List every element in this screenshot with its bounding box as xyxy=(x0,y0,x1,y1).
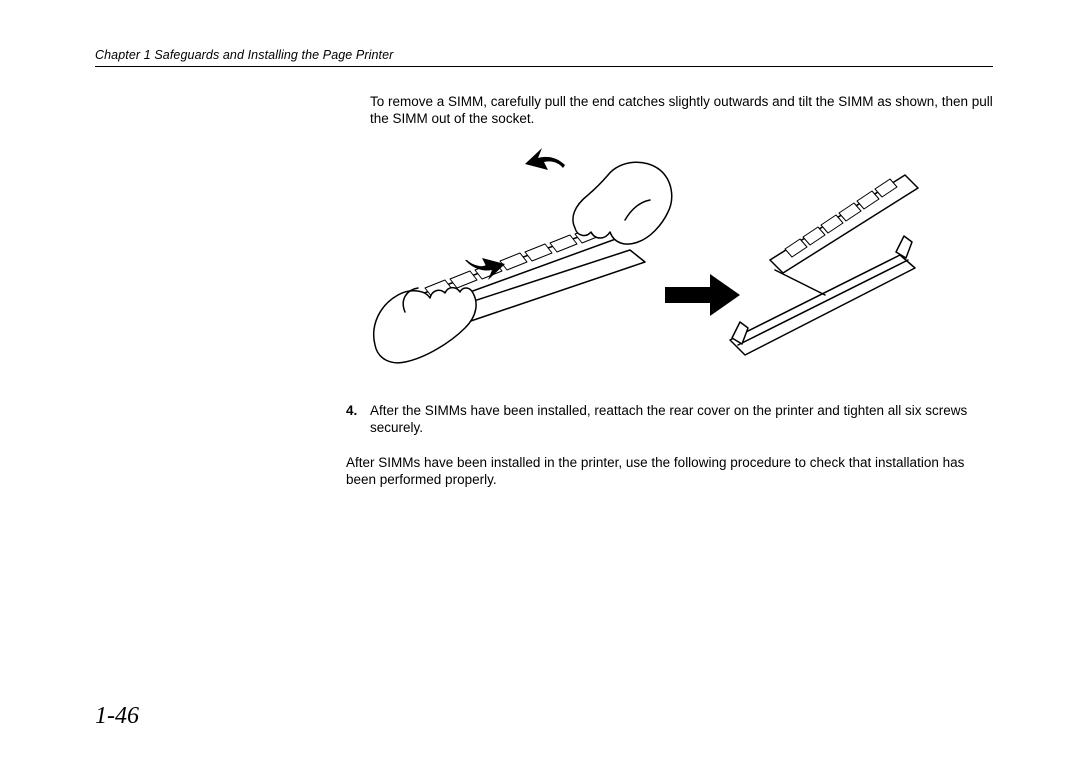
step-4: 4. After the SIMMs have been installed, … xyxy=(346,402,993,437)
chapter-header: Chapter 1 Safeguards and Installing the … xyxy=(95,48,993,62)
step-number: 4. xyxy=(346,402,370,437)
intro-paragraph: To remove a SIMM, carefully pull the end… xyxy=(370,94,993,128)
manual-page: Chapter 1 Safeguards and Installing the … xyxy=(0,0,1080,764)
page-number: 1-46 xyxy=(95,703,139,730)
post-step-paragraph: After SIMMs have been installed in the p… xyxy=(346,454,993,489)
step-text: After the SIMMs have been installed, rea… xyxy=(370,402,993,437)
header-divider xyxy=(95,66,993,67)
simm-removal-figure xyxy=(370,140,925,370)
